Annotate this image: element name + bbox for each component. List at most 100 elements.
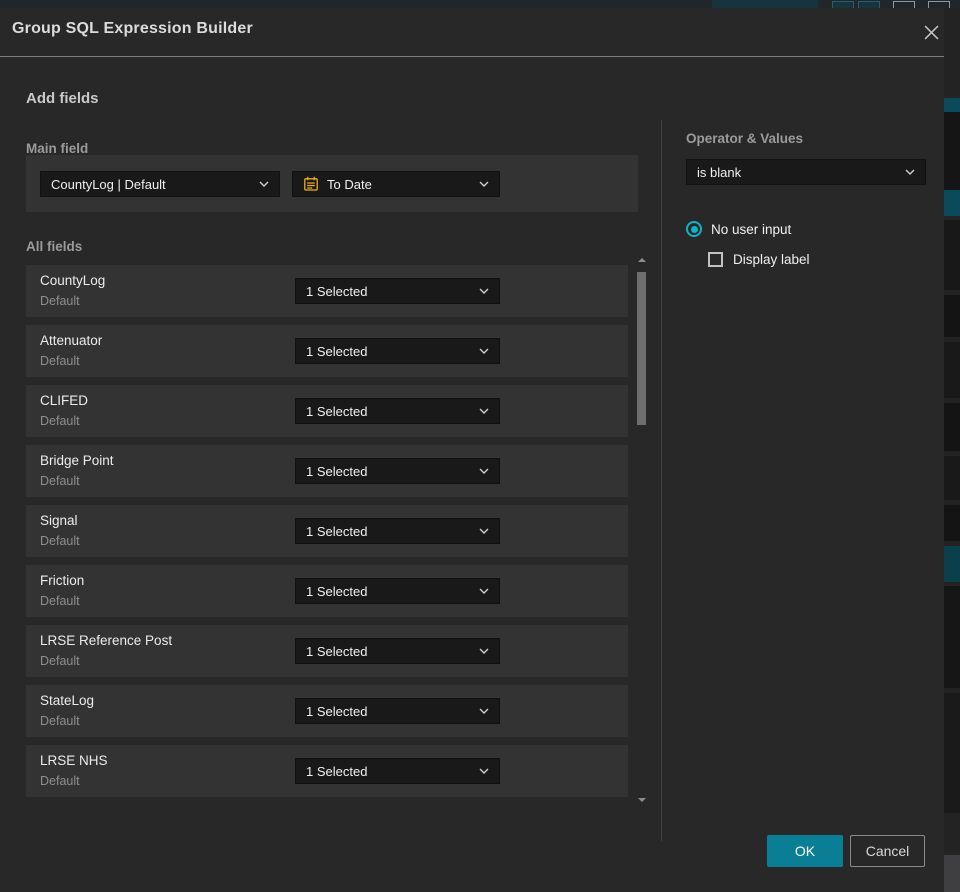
no-user-input-label: No user input [711,221,792,237]
background-panel-fragment [944,505,960,541]
live-view-toggle[interactable]: Live view [712,0,818,8]
background-panel-fragment [944,546,960,582]
field-selected-dropdown[interactable]: 1 Selected [295,578,500,604]
field-selected-dropdown[interactable]: 1 Selected [295,518,500,544]
background-panel [944,8,960,892]
no-user-input-radio[interactable]: No user input [686,221,791,237]
ok-button[interactable]: OK [767,835,843,867]
chevron-down-icon [259,181,269,187]
chevron-down-icon [479,528,489,534]
field-selected-dropdown[interactable]: 1 Selected [295,338,500,364]
operator-dropdown-value: is blank [697,164,742,180]
main-field-container: CountyLog | Default To Date [26,155,638,212]
operator-dropdown[interactable]: is blank [686,159,926,185]
background-panel-fragment [944,295,960,337]
main-field-label: Main field [26,141,89,156]
toolbar-icon-button[interactable] [858,1,880,8]
field-name: StateLog [40,693,95,708]
background-panel-fragment [944,586,960,688]
field-selected-value: 1 Selected [306,703,368,719]
dialog-title: Group SQL Expression Builder [12,20,253,37]
field-subtitle: Default [40,594,80,608]
background-panel-fragment [944,693,960,813]
field-selected-value: 1 Selected [306,283,368,299]
chevron-down-icon [479,648,489,654]
field-row: Bridge Point Default 1 Selected [26,445,628,497]
chevron-down-icon [479,288,489,294]
field-row: LRSE Reference Post Default 1 Selected [26,625,628,677]
chevron-down-icon [479,588,489,594]
display-label-checkbox[interactable]: Display label [708,252,810,267]
screen: Live view Group SQL Expression Builder [0,0,960,892]
field-type-dropdown-value: To Date [327,176,372,192]
field-type-dropdown[interactable]: To Date [292,171,500,197]
field-selected-dropdown[interactable]: 1 Selected [295,278,500,304]
field-selected-dropdown[interactable]: 1 Selected [295,758,500,784]
field-subtitle: Default [40,714,80,728]
chevron-down-icon [479,768,489,774]
radio-icon [686,221,702,237]
field-row: StateLog Default 1 Selected [26,685,628,737]
field-row: CountyLog Default 1 Selected [26,265,628,317]
main-field-dropdown[interactable]: CountyLog | Default [40,171,280,197]
background-panel-fragment [944,342,960,398]
close-icon [924,25,938,39]
scrollbar-thumb[interactable] [637,272,646,425]
field-selected-dropdown[interactable]: 1 Selected [295,698,500,724]
field-subtitle: Default [40,414,80,428]
all-fields-label: All fields [26,239,83,254]
dialog-header: Group SQL Expression Builder [0,8,944,57]
checkbox-icon [708,252,723,267]
chevron-down-icon [479,181,489,187]
field-subtitle: Default [40,774,80,788]
background-panel-fragment [944,403,960,451]
all-fields-list: CountyLog Default 1 Selected Attenuator … [26,265,628,805]
add-fields-heading: Add fields [26,90,99,107]
background-panel-fragment [944,456,960,500]
field-subtitle: Default [40,654,80,668]
chevron-down-icon [479,408,489,414]
field-row: Friction Default 1 Selected [26,565,628,617]
chevron-down-icon [479,468,489,474]
display-label-label: Display label [733,252,810,267]
field-selected-dropdown[interactable]: 1 Selected [295,398,500,424]
chevron-down-icon [479,708,489,714]
chevron-down-icon [905,169,915,175]
scroll-up-icon[interactable] [638,258,646,262]
field-selected-value: 1 Selected [306,763,368,779]
field-selected-dropdown[interactable]: 1 Selected [295,638,500,664]
field-selected-value: 1 Selected [306,523,368,539]
field-name: Friction [40,573,85,588]
close-button[interactable] [918,19,944,45]
background-panel-fragment [944,112,960,190]
main-field-dropdown-value: CountyLog | Default [51,176,166,192]
field-name: Attenuator [40,333,103,348]
field-subtitle: Default [40,474,80,488]
cancel-button[interactable]: Cancel [850,835,925,867]
calendar-icon [304,176,318,191]
field-row: CLIFED Default 1 Selected [26,385,628,437]
field-name: CountyLog [40,273,106,288]
toolbar-icon-button[interactable] [832,1,854,8]
toolbar-icon-button[interactable] [928,1,950,8]
field-subtitle: Default [40,294,80,308]
field-name: LRSE Reference Post [40,633,173,648]
field-row: Signal Default 1 Selected [26,505,628,557]
background-panel-fragment [944,98,960,112]
panel-divider [661,120,662,841]
group-sql-expression-builder-dialog: Group SQL Expression Builder Add fields … [0,8,944,892]
field-name: CLIFED [40,393,89,408]
field-selected-value: 1 Selected [306,583,368,599]
fields-scrollbar[interactable] [637,253,647,813]
field-row: LRSE NHS Default 1 Selected [26,745,628,797]
field-name: Bridge Point [40,453,114,468]
field-subtitle: Default [40,354,80,368]
field-selected-value: 1 Selected [306,343,368,359]
field-subtitle: Default [40,534,80,548]
field-selected-value: 1 Selected [306,463,368,479]
toolbar-icon-button[interactable] [893,1,915,8]
field-selected-dropdown[interactable]: 1 Selected [295,458,500,484]
scroll-down-icon[interactable] [638,798,646,802]
field-selected-value: 1 Selected [306,403,368,419]
chevron-down-icon [479,348,489,354]
